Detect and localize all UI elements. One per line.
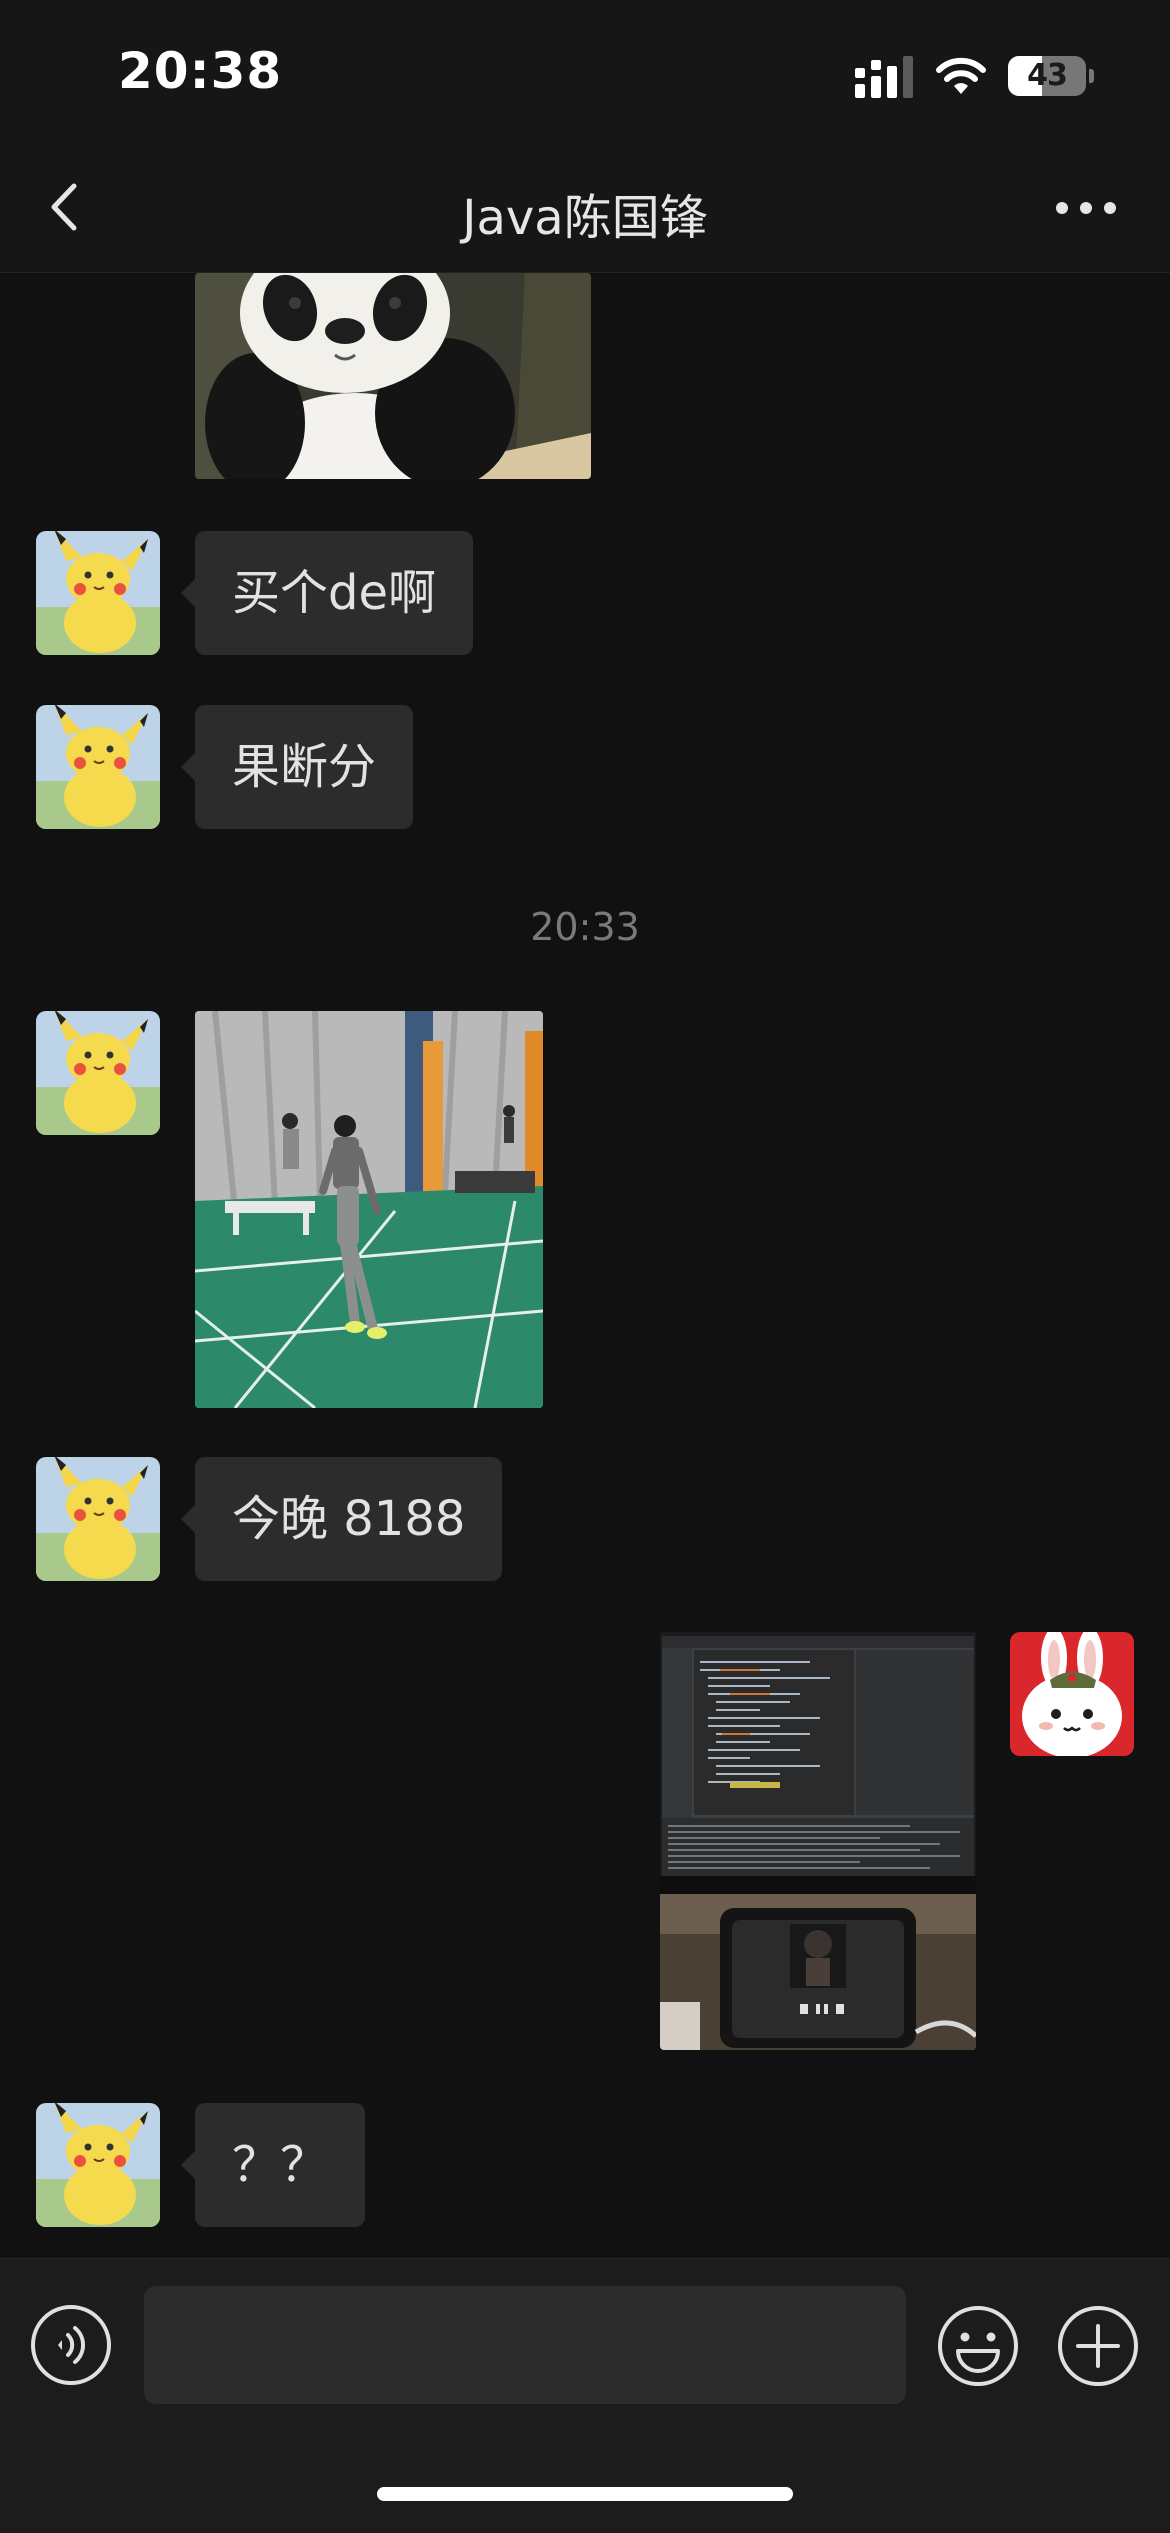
more-icon[interactable] <box>1050 180 1122 236</box>
battery-icon: 43 <box>1008 56 1094 98</box>
status-time: 20:38 <box>118 42 283 100</box>
panda-photo[interactable] <box>195 273 591 479</box>
badminton-court-photo[interactable] <box>195 1011 543 1408</box>
battery-percentage: 43 <box>1027 58 1068 93</box>
self-avatar[interactable] <box>1010 1632 1134 1756</box>
home-indicator <box>377 2487 793 2501</box>
message-bubble[interactable]: 买个de啊 <box>180 531 474 655</box>
contact-avatar[interactable] <box>36 1011 160 1135</box>
computer-monitor-photo[interactable] <box>660 1632 976 2050</box>
message-bubble[interactable]: ？？ <box>180 2103 366 2227</box>
contact-avatar[interactable] <box>36 2103 160 2227</box>
message-bubble[interactable]: 果断分 <box>180 705 414 829</box>
wifi-icon <box>936 57 986 94</box>
contact-avatar[interactable] <box>36 705 160 829</box>
emoji-icon[interactable] <box>936 2304 1020 2388</box>
message-input[interactable] <box>144 2286 906 2404</box>
contact-avatar[interactable] <box>36 531 160 655</box>
contact-avatar[interactable] <box>36 1457 160 1581</box>
voice-icon[interactable] <box>30 2304 112 2386</box>
message-bubble[interactable]: 今晚 8188 <box>180 1457 503 1581</box>
chat-messages[interactable]: 买个de啊 果断分 20:33 今晚 8188 ？？ <box>0 273 1170 2258</box>
cellular-signal-icon <box>855 56 913 98</box>
chat-title[interactable]: Java陈国锋 <box>0 178 1170 248</box>
chat-header: Java陈国锋 <box>0 150 1170 273</box>
plus-icon[interactable] <box>1056 2304 1140 2388</box>
message-timestamp: 20:33 <box>530 905 640 949</box>
input-bar <box>0 2258 1170 2533</box>
status-bar: 20:38 43 <box>0 0 1170 150</box>
